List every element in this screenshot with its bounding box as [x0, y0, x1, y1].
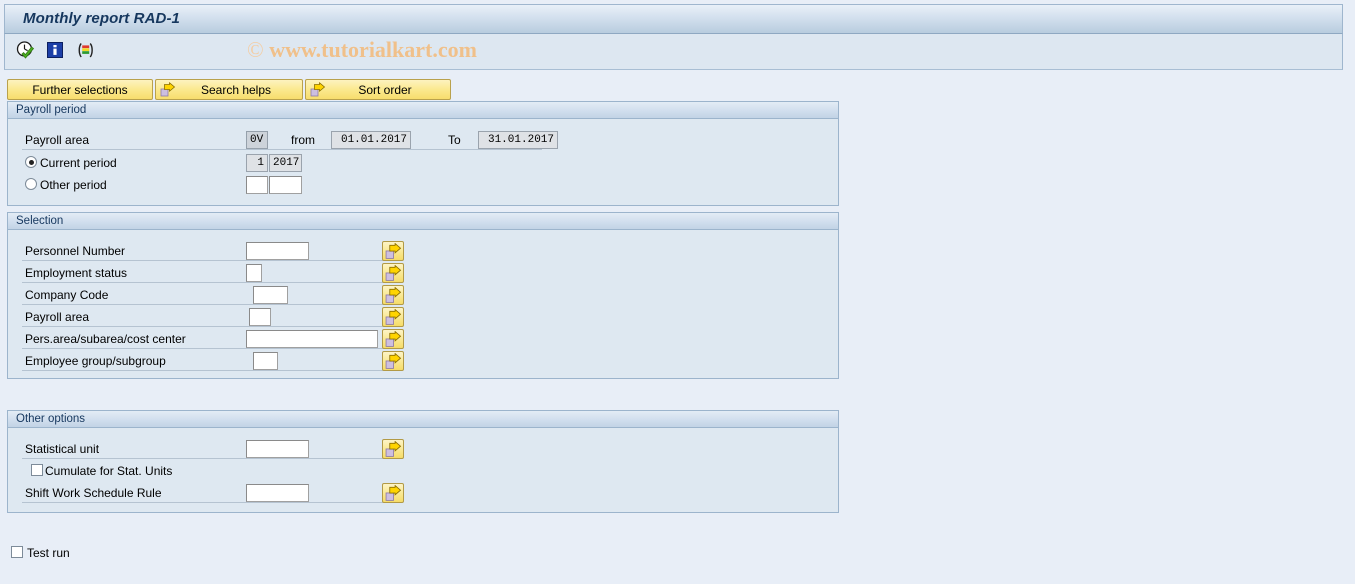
period-from-date[interactable]: 01.01.2017: [331, 131, 411, 149]
employee-group-multiple-selection-button[interactable]: [382, 351, 404, 371]
employee-group-input[interactable]: [253, 352, 278, 370]
test-run-checkbox[interactable]: [11, 546, 23, 558]
other-period-row: Other period: [8, 175, 308, 195]
search-helps-label: Search helps: [200, 82, 272, 97]
other-period-year[interactable]: [269, 176, 302, 194]
payroll-area-label: Payroll area: [25, 133, 90, 147]
arrow-right-icon: [160, 81, 176, 98]
employee-group-row: Employee group/subgroup: [8, 351, 408, 371]
shift-work-schedule-rule-label: Shift Work Schedule Rule: [25, 486, 162, 500]
other-period-label: Other period: [40, 178, 107, 192]
payroll-area-value[interactable]: 0V: [246, 131, 268, 149]
pers-area-label: Pers.area/subarea/cost center: [25, 332, 186, 346]
employment-status-row: Employment status: [8, 263, 408, 283]
other-options-panel: Other options Statistical unit Cumulate …: [7, 410, 839, 513]
test-run-label: Test run: [27, 546, 70, 560]
employment-status-label: Employment status: [25, 266, 128, 280]
payroll-area-selection-input[interactable]: [249, 308, 271, 326]
further-selections-label: Further selections: [32, 82, 128, 97]
shift-work-schedule-rule-multiple-selection-button[interactable]: [382, 483, 404, 503]
payroll-area-selection-row: Payroll area: [8, 307, 408, 327]
other-options-panel-header: Other options: [8, 411, 838, 428]
multiple-selection-icon: [385, 441, 402, 457]
statistical-unit-input[interactable]: [246, 440, 309, 458]
search-helps-button[interactable]: Search helps: [155, 79, 303, 100]
current-period-number[interactable]: 1: [246, 154, 268, 172]
personnel-number-row: Personnel Number: [8, 241, 408, 261]
company-code-multiple-selection-button[interactable]: [382, 285, 404, 305]
toolbar-icon-group: [15, 40, 96, 61]
multiple-selection-icon: [385, 485, 402, 501]
pers-area-input[interactable]: [246, 330, 378, 348]
current-period-year[interactable]: 2017: [269, 154, 302, 172]
personnel-number-multiple-selection-button[interactable]: [382, 241, 404, 261]
window-title-bar: Monthly report RAD-1: [4, 4, 1343, 34]
shift-work-schedule-rule-row: Shift Work Schedule Rule: [8, 483, 408, 503]
multiple-selection-icon: [385, 287, 402, 303]
multiple-selection-icon: [385, 353, 402, 369]
payroll-area-multiple-selection-button[interactable]: [382, 307, 404, 327]
employment-status-multiple-selection-button[interactable]: [382, 263, 404, 283]
from-label: from: [291, 133, 315, 147]
other-period-radio[interactable]: [25, 178, 37, 190]
watermark-text: www.tutorialkart.com: [269, 37, 477, 62]
page-title: Monthly report RAD-1: [23, 10, 180, 27]
employment-status-input[interactable]: [246, 264, 262, 282]
pers-area-multiple-selection-button[interactable]: [382, 329, 404, 349]
statistical-unit-label: Statistical unit: [25, 442, 100, 456]
row-separator: [22, 149, 542, 150]
multiple-selection-icon: [385, 309, 402, 325]
to-label: To: [448, 133, 461, 147]
info-icon[interactable]: [45, 40, 66, 61]
multiple-selection-icon: [385, 243, 402, 259]
selection-screen-button-row: Further selections Search helps Sort ord…: [7, 79, 451, 100]
pers-area-row: Pers.area/subarea/cost center: [8, 329, 408, 349]
multiple-selection-icon: [385, 265, 402, 281]
cumulate-stat-units-label: Cumulate for Stat. Units: [45, 464, 173, 478]
employee-group-label: Employee group/subgroup: [25, 354, 166, 368]
variants-icon[interactable]: [75, 40, 96, 61]
payroll-area-row: Payroll area 0V from 01.01.2017 To 31.01…: [8, 130, 558, 150]
application-toolbar: [4, 34, 1343, 70]
payroll-period-panel: Payroll period Payroll area 0V from 01.0…: [7, 101, 839, 206]
cumulate-stat-units-checkbox[interactable]: [31, 464, 43, 476]
selection-panel-header: Selection: [8, 213, 838, 230]
execute-clock-check-icon[interactable]: [15, 40, 36, 61]
further-selections-button[interactable]: Further selections: [7, 79, 153, 100]
company-code-label: Company Code: [25, 288, 109, 302]
sort-order-button[interactable]: Sort order: [305, 79, 451, 100]
statistical-unit-row: Statistical unit: [8, 439, 408, 459]
shift-work-schedule-rule-input[interactable]: [246, 484, 309, 502]
arrow-right-icon: [310, 81, 326, 98]
current-period-radio[interactable]: [25, 156, 37, 168]
company-code-input[interactable]: [253, 286, 288, 304]
other-period-number[interactable]: [246, 176, 268, 194]
selection-panel: Selection Personnel Number Employment st…: [7, 212, 839, 379]
personnel-number-input[interactable]: [246, 242, 309, 260]
cumulate-stat-units-row: Cumulate for Stat. Units: [8, 461, 308, 481]
personnel-number-label: Personnel Number: [25, 244, 126, 258]
current-period-label: Current period: [40, 156, 117, 170]
copyright-symbol: ©: [247, 37, 264, 62]
payroll-period-panel-header: Payroll period: [8, 102, 838, 119]
payroll-area-selection-label: Payroll area: [25, 310, 90, 324]
multiple-selection-icon: [385, 331, 402, 347]
period-to-date[interactable]: 31.01.2017: [478, 131, 558, 149]
company-code-row: Company Code: [8, 285, 408, 305]
sort-order-label: Sort order: [358, 82, 412, 97]
current-period-row: Current period 1 2017: [8, 153, 308, 173]
statistical-unit-multiple-selection-button[interactable]: [382, 439, 404, 459]
watermark: © www.tutorialkart.com: [247, 37, 477, 63]
